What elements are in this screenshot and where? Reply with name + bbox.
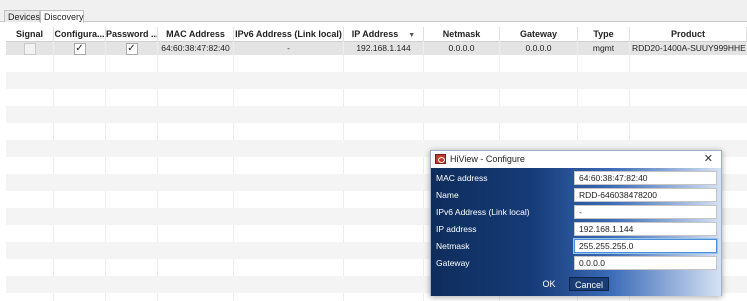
col-ipv6-address[interactable]: IPv6 Address (Link local) xyxy=(234,27,344,41)
col-password[interactable]: Password ... xyxy=(106,27,158,41)
ip-address-field[interactable] xyxy=(574,222,717,236)
table-row-empty xyxy=(6,89,747,106)
password-cell: ✓ xyxy=(106,42,158,55)
col-gateway[interactable]: Gateway xyxy=(500,27,578,41)
ok-button[interactable]: OK xyxy=(534,277,564,291)
configured-cell: ✓ xyxy=(54,42,106,55)
mac-cell: 64:60:38:47:82:40 xyxy=(158,42,234,55)
mac-address-label: MAC address xyxy=(436,173,488,183)
password-checkbox[interactable]: ✓ xyxy=(125,42,138,55)
table-header: Signal Configura... Password ... MAC Add… xyxy=(6,27,747,42)
signal-checkbox[interactable] xyxy=(23,42,36,55)
dialog-titlebar[interactable]: HiView - Configure ✕ xyxy=(431,151,721,168)
netmask-label: Netmask xyxy=(436,241,470,251)
table-row-empty xyxy=(6,72,747,89)
col-product[interactable]: Product xyxy=(630,27,747,41)
ipv6-cell: - xyxy=(234,42,344,55)
gateway-cell: 0.0.0.0 xyxy=(500,42,578,55)
ipv6-address-label: IPv6 Address (Link local) xyxy=(436,207,530,217)
table-row[interactable]: ✓ ✓ 64:60:38:47:82:40 - 192.168.1.144 0.… xyxy=(6,42,747,55)
field-ipv6-address: IPv6 Address (Link local) xyxy=(431,204,721,221)
table-row-empty xyxy=(6,123,747,140)
tab-discovery[interactable]: Discovery xyxy=(40,10,84,23)
ipv6-address-field[interactable] xyxy=(574,205,717,219)
field-ip-address: IP address xyxy=(431,221,721,238)
configured-checkbox[interactable]: ✓ xyxy=(73,42,86,55)
cancel-button[interactable]: Cancel xyxy=(569,277,609,291)
sort-desc-icon: ▼ xyxy=(408,32,416,39)
name-label: Name xyxy=(436,190,459,200)
col-netmask[interactable]: Netmask xyxy=(424,27,500,41)
name-field[interactable] xyxy=(574,188,717,202)
product-cell: RDD20-1400A-SUUY999HHE3S xyxy=(632,42,747,55)
table-row-empty xyxy=(6,106,747,123)
gateway-field[interactable] xyxy=(574,256,717,270)
col-signal[interactable]: Signal xyxy=(6,27,54,41)
dialog-title: HiView - Configure xyxy=(450,154,525,164)
ip-address-label: IP address xyxy=(436,224,477,234)
field-netmask: Netmask xyxy=(431,238,721,255)
configure-dialog: HiView - Configure ✕ MAC address Name IP… xyxy=(430,150,722,296)
col-type[interactable]: Type xyxy=(578,27,630,41)
tab-bar: Devices Discovery xyxy=(0,0,747,23)
netmask-field[interactable] xyxy=(574,239,717,253)
col-ip-address[interactable]: IP Address ▼ xyxy=(344,27,424,41)
ip-cell: 192.168.1.144 xyxy=(344,42,424,55)
field-name: Name xyxy=(431,187,721,204)
close-icon[interactable]: ✕ xyxy=(704,151,713,168)
tab-devices[interactable]: Devices xyxy=(4,10,40,22)
col-ip-address-label: IP Address xyxy=(351,29,399,39)
col-configured[interactable]: Configura... xyxy=(54,27,106,41)
netmask-cell: 0.0.0.0 xyxy=(424,42,500,55)
signal-cell xyxy=(6,42,54,55)
app-logo-icon xyxy=(435,154,446,164)
type-cell: mgmt xyxy=(578,42,630,55)
field-gateway: Gateway xyxy=(431,255,721,272)
field-mac-address: MAC address xyxy=(431,170,721,187)
table-row-empty xyxy=(6,55,747,72)
gateway-label: Gateway xyxy=(436,258,470,268)
col-mac-address[interactable]: MAC Address xyxy=(158,27,234,41)
mac-address-field[interactable] xyxy=(574,171,717,185)
